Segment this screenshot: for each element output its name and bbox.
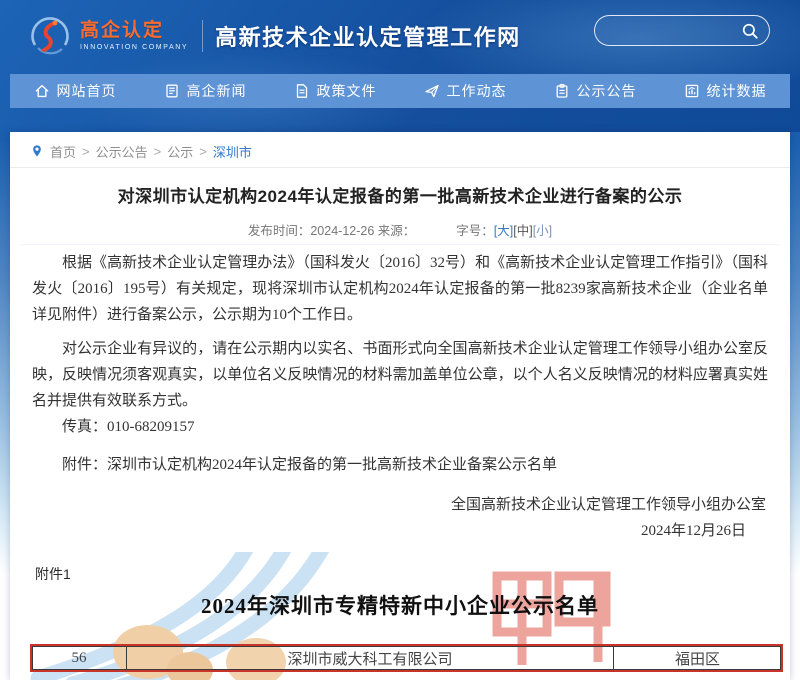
breadcrumb-separator: >	[199, 144, 207, 159]
article-meta: 发布时间：2024-12-26 来源： 字号：[大][中][小]	[10, 220, 790, 239]
breadcrumb: 首页 > 公示公告 > 公示 > 深圳市	[30, 141, 252, 161]
meta-divider	[20, 244, 780, 245]
fax-line: 传真：010-68209157	[32, 414, 768, 440]
breadcrumb-separator: >	[154, 144, 162, 159]
nav-item-policy[interactable]: 政策文件	[288, 81, 383, 101]
nav-label: 工作动态	[447, 81, 507, 101]
breadcrumb-separator: >	[82, 144, 90, 159]
nav-item-announcements[interactable]: 公示公告	[548, 81, 643, 101]
logo-swoosh-icon	[28, 14, 72, 58]
breadcrumb-item-shenzhen: 深圳市	[213, 142, 252, 161]
content-card: 首页 > 公示公告 > 公示 > 深圳市 对深圳市认定机构2024年认定报备的第…	[10, 132, 790, 680]
cell-serial-number: 56	[32, 646, 127, 670]
page: { "header": { "logo_text": "高企认定", "logo…	[0, 0, 800, 680]
publish-date: 2024-12-26	[310, 224, 374, 238]
breadcrumb-item-home[interactable]: 首页	[50, 142, 76, 161]
publish-time-label: 发布时间：	[248, 224, 311, 238]
nav-label: 网站首页	[57, 81, 117, 101]
cell-company-name: 深圳市威大科工有限公司	[127, 646, 614, 670]
clipboard-icon	[554, 83, 570, 99]
logo-text: 高企认定	[80, 21, 188, 40]
site-logo[interactable]: 高企认定 INNOVATION COMPANY	[28, 14, 188, 58]
policy-doc-icon	[294, 83, 310, 99]
main-nav: 网站首页 高企新闻 政策文件 工作动态	[10, 74, 790, 108]
attachment-label: 附件1	[35, 564, 71, 584]
nav-item-news[interactable]: 高企新闻	[158, 81, 253, 101]
nav-item-trends[interactable]: 工作动态	[418, 81, 513, 101]
site-title: 高新技术企业认定管理工作网	[215, 20, 521, 52]
paper-plane-icon	[424, 83, 440, 99]
font-size-small[interactable]: [小]	[533, 224, 552, 238]
fontsize-label: 字号：	[456, 224, 494, 238]
attachment-preview: 附件1 2024年深圳市专精特新中小企业公示名单 56 深圳市威大科工有限公司 …	[10, 552, 790, 680]
article-paragraph: 对公示企业有异议的，请在公示期内以实名、书面形式向全国高新技术企业认定管理工作领…	[32, 336, 768, 414]
breadcrumb-divider	[10, 167, 790, 168]
nav-label: 公示公告	[577, 81, 637, 101]
nav-label: 统计数据	[707, 81, 767, 101]
logo-subtext: INNOVATION COMPANY	[80, 44, 188, 51]
location-pin-icon	[30, 144, 44, 158]
signature: 全国高新技术企业认定管理工作领导小组办公室	[32, 492, 768, 518]
header-divider	[202, 20, 203, 52]
breadcrumb-item-announcements[interactable]: 公示公告	[96, 142, 148, 161]
source-label: 来源：	[378, 224, 416, 238]
news-icon	[164, 83, 180, 99]
home-icon	[34, 83, 50, 99]
nav-item-home[interactable]: 网站首页	[28, 81, 123, 101]
attachment-link-line: 附件：深圳市认定机构2024年认定报备的第一批高新技术企业备案公示名单	[32, 452, 768, 478]
company-table-row: 56 深圳市威大科工有限公司 福田区	[30, 644, 783, 672]
search-input[interactable]	[609, 23, 741, 38]
article-paragraph: 根据《高新技术企业认定管理办法》（国科发火〔2016〕32号）和《高新技术企业认…	[32, 250, 768, 328]
search-box[interactable]	[594, 15, 770, 46]
breadcrumb-item-publicity[interactable]: 公示	[167, 142, 193, 161]
nav-label: 高企新闻	[187, 81, 247, 101]
article-body: 根据《高新技术企业认定管理办法》（国科发火〔2016〕32号）和《高新技术企业认…	[10, 250, 790, 552]
cell-district: 福田区	[614, 646, 781, 670]
article-title: 对深圳市认定机构2024年认定报备的第一批高新技术企业进行备案的公示	[40, 182, 760, 207]
site-header: 高企认定 INNOVATION COMPANY 高新技术企业认定管理工作网 网站…	[0, 0, 800, 132]
attachment-title: 2024年深圳市专精特新中小企业公示名单	[10, 590, 790, 620]
nav-item-statistics[interactable]: 统计数据	[678, 81, 773, 101]
signature-date: 2024年12月26日	[32, 518, 768, 544]
nav-label: 政策文件	[317, 81, 377, 101]
bar-chart-icon	[684, 83, 700, 99]
font-size-large[interactable]: [大]	[494, 224, 513, 238]
font-size-medium[interactable]: [中]	[513, 224, 532, 238]
search-icon[interactable]	[741, 22, 759, 40]
